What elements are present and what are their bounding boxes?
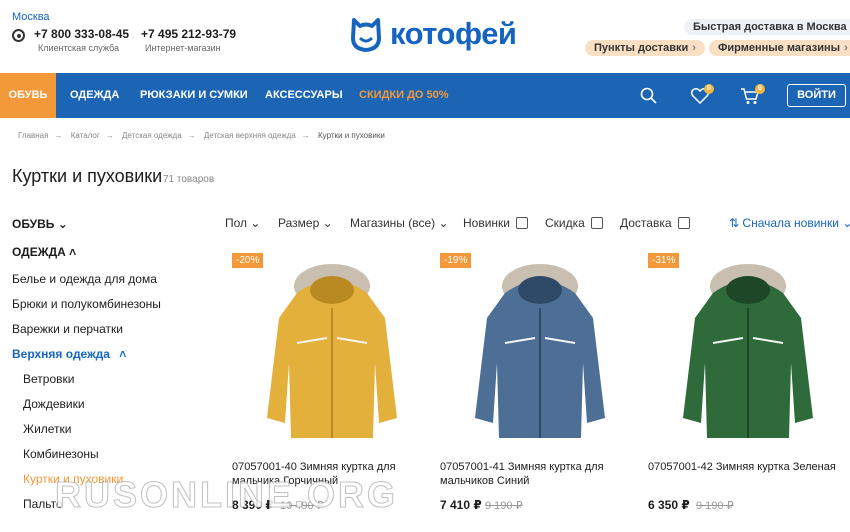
breadcrumb-current: Куртки и пуховики: [318, 131, 385, 140]
arrow-right-icon: →: [301, 131, 310, 140]
sort-icon: ⇅: [729, 216, 740, 230]
filter-sex[interactable]: Пол ⌄: [225, 216, 260, 230]
sidebar-item-outerwear[interactable]: Верхняя одежда ˄: [12, 347, 126, 361]
chevron-right-icon: ›: [844, 42, 848, 54]
sidebar-item-underwear[interactable]: Белье и одежда для дома: [12, 272, 157, 286]
sort-label: Сначала новинки: [742, 216, 840, 230]
filter-discount-label: Скидка: [545, 216, 585, 230]
filter-delivery-label: Доставка: [620, 216, 672, 230]
nav-accessories[interactable]: АКСЕССУАРЫ: [265, 73, 343, 118]
brand-stores-label: Фирменные магазины: [718, 42, 841, 54]
pickup-points-button[interactable]: Пункты доставки ›: [585, 40, 705, 56]
product-image-jacket[interactable]: [257, 258, 407, 448]
chevron-right-icon: ›: [692, 42, 696, 54]
logo-text: котофей: [390, 16, 517, 51]
logo[interactable]: котофей: [350, 15, 517, 53]
filter-sex-label: Пол: [225, 216, 248, 230]
brand-stores-button[interactable]: Фирменные магазины ›: [709, 40, 850, 56]
nav-clothes[interactable]: ОДЕЖДА: [70, 73, 119, 118]
nav-bags[interactable]: РЮКЗАКИ И СУМКИ: [140, 73, 248, 118]
filter-delivery[interactable]: Доставка: [620, 216, 690, 230]
product-card[interactable]: -19% 07057001-41 Зимняя куртка для мальч…: [440, 248, 640, 528]
chevron-up-icon: ˄: [119, 347, 127, 361]
chevron-up-icon: ˄: [69, 245, 77, 259]
sidebar-subitem-vests[interactable]: Жилетки: [23, 422, 72, 436]
filter-discount[interactable]: Скидка: [545, 216, 603, 230]
sidebar-item-mittens[interactable]: Варежки и перчатки: [12, 322, 123, 336]
sort-dropdown[interactable]: ⇅ Сначала новинки ⌄: [729, 216, 850, 230]
product-price: 6 350 ₽: [648, 498, 690, 512]
product-old-price: 9 190 ₽: [696, 500, 734, 512]
filter-stores-label: Магазины (все): [350, 216, 436, 230]
product-image-jacket[interactable]: [673, 258, 823, 448]
sidebar-clothes-label: ОДЕЖДА: [12, 245, 66, 259]
phone-icon: [12, 29, 25, 42]
watermark: RUSONLINE.ORG: [54, 474, 399, 516]
product-price: 7 410 ₽: [440, 498, 482, 512]
fast-delivery-button[interactable]: Быстрая доставка в Москва›: [684, 19, 850, 35]
product-old-price: 9 190 ₽: [485, 500, 523, 512]
arrow-right-icon: →: [54, 131, 63, 140]
favorites-count-badge: 0: [704, 84, 714, 94]
delivery-checkbox[interactable]: [677, 217, 690, 229]
filter-size-label: Размер: [278, 216, 320, 230]
chevron-down-icon: ⌄: [322, 216, 333, 230]
filter-new[interactable]: Новинки: [463, 216, 528, 230]
fast-delivery-label: Быстрая доставка в Москва: [693, 21, 847, 33]
sidebar-item-outerwear-label: Верхняя одежда: [12, 347, 110, 361]
search-icon[interactable]: [640, 87, 657, 104]
arrow-right-icon: →: [187, 131, 196, 140]
breadcrumb-kids-clothes[interactable]: Детская одежда: [122, 131, 182, 140]
product-count: 71 товаров: [163, 174, 215, 185]
sidebar-subitem-raincoats[interactable]: Дождевики: [23, 397, 85, 411]
chevron-down-icon: ⌄: [438, 216, 449, 230]
breadcrumb-kids-outerwear[interactable]: Детская верхняя одежда: [204, 131, 296, 140]
chevron-down-icon: ⌄: [57, 217, 68, 231]
nav-sale[interactable]: СКИДКИ ДО 50%: [359, 73, 449, 118]
cart-count-badge: 0: [755, 84, 765, 94]
main-nav: ОБУВЬ ОДЕЖДА РЮКЗАКИ И СУМКИ АКСЕССУАРЫ …: [0, 73, 850, 118]
filter-stores[interactable]: Магазины (все) ⌄: [350, 216, 449, 230]
new-checkbox[interactable]: [516, 217, 528, 229]
product-name[interactable]: 07057001-41 Зимняя куртка для мальчиков …: [440, 460, 640, 488]
login-button[interactable]: ВОЙТИ: [787, 84, 846, 107]
page-title: Куртки и пуховики: [12, 166, 163, 186]
product-image-jacket[interactable]: [465, 258, 615, 448]
cat-logo-icon: [351, 18, 381, 52]
chevron-down-icon: ⌄: [250, 216, 261, 230]
product-name[interactable]: 07057001-42 Зимняя куртка Зеленая: [648, 460, 848, 474]
breadcrumb-home[interactable]: Главная: [18, 131, 48, 140]
sidebar-subitem-overalls[interactable]: Комбинезоны: [23, 447, 99, 461]
sidebar-shoes-label: ОБУВЬ: [12, 217, 55, 231]
arrow-right-icon: →: [105, 131, 114, 140]
city-selector[interactable]: Москва: [12, 11, 50, 23]
top-header: Москва +7 800 333-08-45 Клиентская служб…: [0, 0, 850, 73]
chevron-down-icon: ⌄: [842, 216, 850, 230]
sidebar-shoes[interactable]: ОБУВЬ ⌄: [12, 217, 68, 231]
sidebar-item-trousers[interactable]: Брюки и полукомбинезоны: [12, 297, 161, 311]
product-card[interactable]: -31% 07057001-42 Зимняя куртка Зеленая 6…: [648, 248, 848, 528]
phone-customer-service-label: Клиентская служба: [38, 43, 119, 53]
breadcrumb: Главная → Каталог → Детская одежда → Детска…: [18, 131, 391, 140]
breadcrumb-catalog[interactable]: Каталог: [71, 131, 100, 140]
pickup-points-label: Пункты доставки: [594, 42, 689, 54]
filter-size[interactable]: Размер ⌄: [278, 216, 333, 230]
phone-online-store-label: Интернет-магазин: [145, 43, 221, 53]
filter-new-label: Новинки: [463, 216, 510, 230]
sidebar-clothes[interactable]: ОДЕЖДА ˄: [12, 245, 76, 259]
nav-shoes[interactable]: ОБУВЬ: [0, 73, 56, 118]
discount-checkbox[interactable]: [590, 217, 603, 229]
phone-online-store[interactable]: +7 495 212-93-79: [141, 27, 236, 41]
sidebar-subitem-windbreakers[interactable]: Ветровки: [23, 372, 74, 386]
phone-customer-service[interactable]: +7 800 333-08-45: [34, 27, 129, 41]
